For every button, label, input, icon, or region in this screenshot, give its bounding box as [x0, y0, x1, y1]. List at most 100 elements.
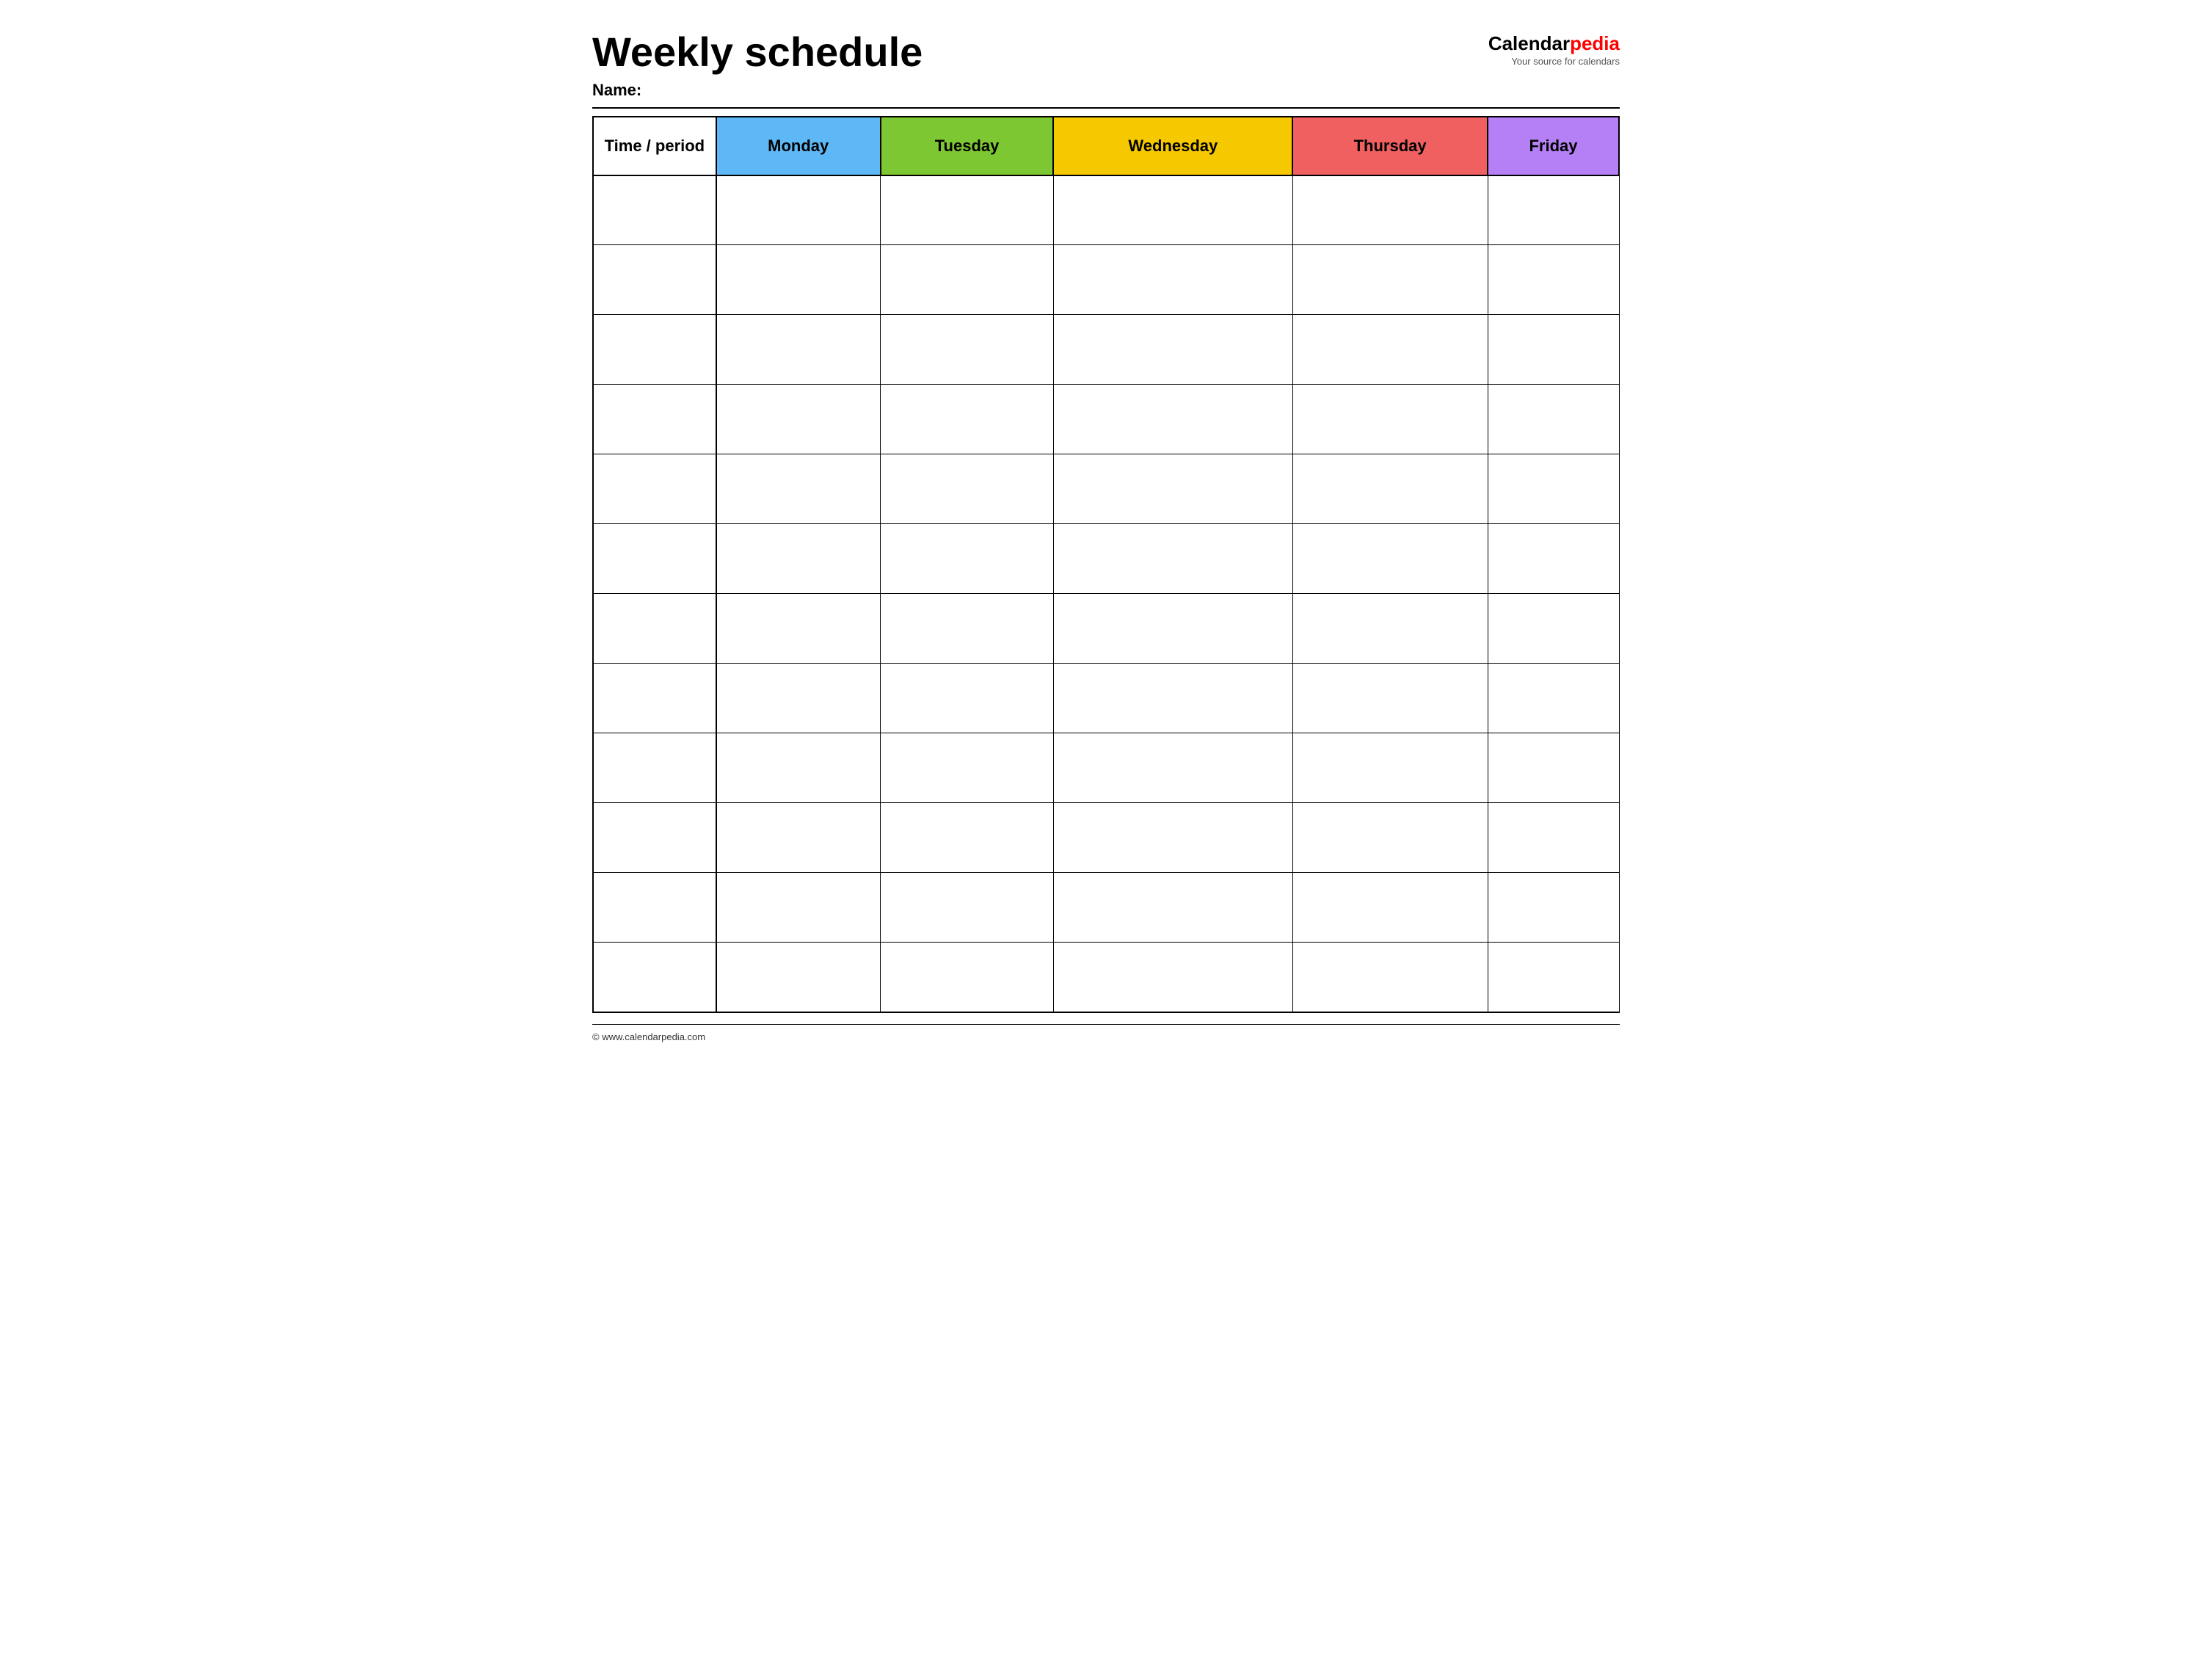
- schedule-cell[interactable]: [1488, 175, 1619, 245]
- time-cell[interactable]: [593, 664, 716, 733]
- schedule-cell[interactable]: [881, 245, 1054, 315]
- schedule-cell[interactable]: [716, 594, 881, 664]
- schedule-cell[interactable]: [716, 245, 881, 315]
- time-cell[interactable]: [593, 175, 716, 245]
- table-row: [593, 315, 1619, 385]
- schedule-cell[interactable]: [881, 664, 1054, 733]
- schedule-cell[interactable]: [1488, 943, 1619, 1012]
- schedule-cell[interactable]: [1488, 245, 1619, 315]
- time-cell[interactable]: [593, 385, 716, 454]
- divider-line: [592, 107, 1620, 109]
- schedule-cell[interactable]: [716, 733, 881, 803]
- table-row: [593, 385, 1619, 454]
- schedule-cell[interactable]: [1292, 385, 1488, 454]
- schedule-cell[interactable]: [1053, 454, 1292, 524]
- schedule-cell[interactable]: [881, 385, 1054, 454]
- schedule-cell[interactable]: [1053, 315, 1292, 385]
- schedule-cell[interactable]: [716, 943, 881, 1012]
- tuesday-header: Tuesday: [881, 117, 1054, 175]
- schedule-cell[interactable]: [1292, 175, 1488, 245]
- schedule-cell[interactable]: [881, 175, 1054, 245]
- friday-header: Friday: [1488, 117, 1619, 175]
- schedule-cell[interactable]: [1053, 524, 1292, 594]
- schedule-cell[interactable]: [881, 873, 1054, 943]
- schedule-cell[interactable]: [1488, 803, 1619, 873]
- title-area: Weekly schedule Name:: [592, 29, 923, 100]
- schedule-cell[interactable]: [1292, 524, 1488, 594]
- logo-area: Calendarpedia Your source for calendars: [1488, 33, 1620, 67]
- wednesday-header: Wednesday: [1053, 117, 1292, 175]
- time-cell[interactable]: [593, 803, 716, 873]
- schedule-cell[interactable]: [881, 733, 1054, 803]
- schedule-cell[interactable]: [716, 315, 881, 385]
- logo-tagline: Your source for calendars: [1511, 56, 1620, 67]
- monday-header: Monday: [716, 117, 881, 175]
- schedule-cell[interactable]: [1292, 315, 1488, 385]
- schedule-cell[interactable]: [1292, 873, 1488, 943]
- schedule-cell[interactable]: [1053, 803, 1292, 873]
- time-period-header: Time / period: [593, 117, 716, 175]
- header-row: Time / period Monday Tuesday Wednesday T…: [593, 117, 1619, 175]
- thursday-header: Thursday: [1292, 117, 1488, 175]
- schedule-cell[interactable]: [716, 454, 881, 524]
- time-cell[interactable]: [593, 873, 716, 943]
- schedule-cell[interactable]: [1488, 524, 1619, 594]
- time-cell[interactable]: [593, 315, 716, 385]
- schedule-cell[interactable]: [1053, 175, 1292, 245]
- schedule-cell[interactable]: [1053, 733, 1292, 803]
- schedule-cell[interactable]: [1488, 385, 1619, 454]
- schedule-cell[interactable]: [716, 385, 881, 454]
- schedule-cell[interactable]: [1488, 454, 1619, 524]
- schedule-cell[interactable]: [881, 803, 1054, 873]
- schedule-cell[interactable]: [1488, 315, 1619, 385]
- schedule-cell[interactable]: [1488, 594, 1619, 664]
- schedule-cell[interactable]: [1053, 594, 1292, 664]
- time-cell[interactable]: [593, 245, 716, 315]
- schedule-cell[interactable]: [1053, 664, 1292, 733]
- table-row: [593, 664, 1619, 733]
- schedule-cell[interactable]: [1292, 594, 1488, 664]
- schedule-cell[interactable]: [881, 454, 1054, 524]
- table-row: [593, 873, 1619, 943]
- footer-section: © www.calendarpedia.com: [592, 1024, 1620, 1044]
- schedule-cell[interactable]: [1292, 733, 1488, 803]
- logo-calendar: Calendar: [1488, 32, 1570, 54]
- logo-text: Calendarpedia: [1488, 33, 1620, 54]
- schedule-cell[interactable]: [1488, 664, 1619, 733]
- time-cell[interactable]: [593, 594, 716, 664]
- time-cell[interactable]: [593, 733, 716, 803]
- schedule-cell[interactable]: [1292, 943, 1488, 1012]
- schedule-cell[interactable]: [1053, 873, 1292, 943]
- page-wrapper: Weekly schedule Name: Calendarpedia Your…: [592, 29, 1620, 1044]
- schedule-cell[interactable]: [716, 803, 881, 873]
- schedule-cell[interactable]: [1053, 245, 1292, 315]
- schedule-cell[interactable]: [716, 175, 881, 245]
- schedule-cell[interactable]: [716, 524, 881, 594]
- schedule-cell[interactable]: [716, 664, 881, 733]
- schedule-cell[interactable]: [1292, 454, 1488, 524]
- footer-text: © www.calendarpedia.com: [592, 1031, 705, 1042]
- schedule-cell[interactable]: [881, 594, 1054, 664]
- schedule-cell[interactable]: [716, 873, 881, 943]
- table-row: [593, 943, 1619, 1012]
- schedule-cell[interactable]: [1292, 245, 1488, 315]
- time-cell[interactable]: [593, 524, 716, 594]
- page-title: Weekly schedule: [592, 29, 923, 75]
- schedule-cell[interactable]: [1292, 664, 1488, 733]
- time-cell[interactable]: [593, 454, 716, 524]
- schedule-cell[interactable]: [1053, 943, 1292, 1012]
- logo-pedia: pedia: [1570, 32, 1620, 54]
- table-row: [593, 454, 1619, 524]
- schedule-cell[interactable]: [881, 524, 1054, 594]
- time-cell[interactable]: [593, 943, 716, 1012]
- schedule-cell[interactable]: [1292, 803, 1488, 873]
- schedule-cell[interactable]: [1488, 733, 1619, 803]
- name-label: Name:: [592, 81, 923, 100]
- table-row: [593, 594, 1619, 664]
- schedule-table: Time / period Monday Tuesday Wednesday T…: [592, 116, 1620, 1013]
- schedule-cell[interactable]: [1053, 385, 1292, 454]
- schedule-cell[interactable]: [1488, 873, 1619, 943]
- table-row: [593, 733, 1619, 803]
- schedule-cell[interactable]: [881, 943, 1054, 1012]
- schedule-cell[interactable]: [881, 315, 1054, 385]
